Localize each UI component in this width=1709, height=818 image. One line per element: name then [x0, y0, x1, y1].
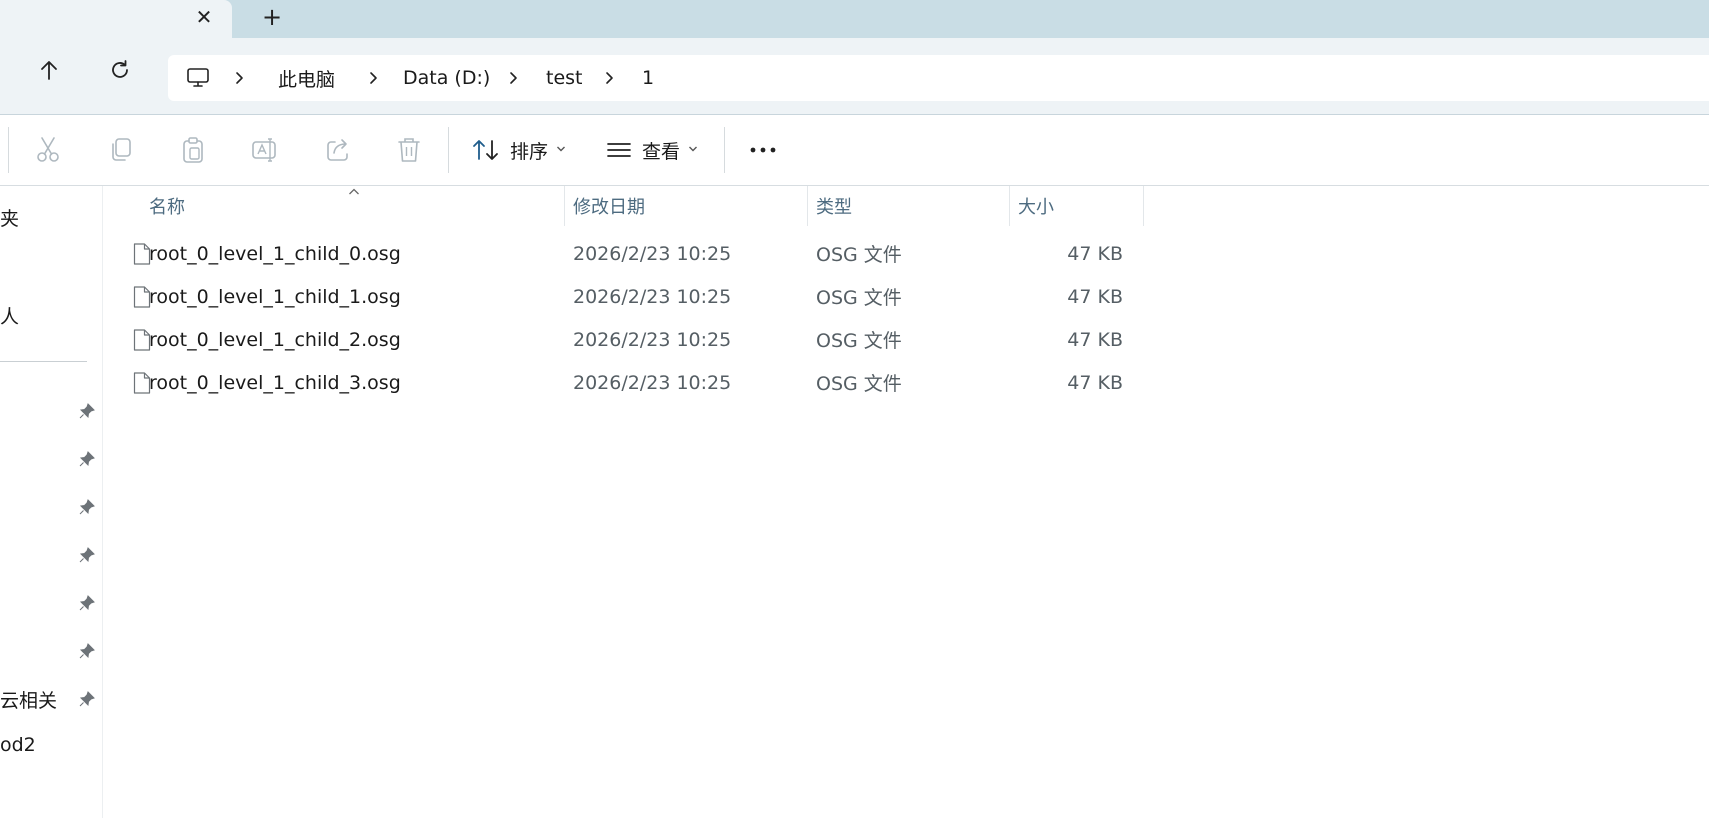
close-tab-icon[interactable]: ✕ [193, 3, 215, 31]
pin-icon[interactable] [78, 642, 96, 660]
file-size: 47 KB [1067, 328, 1123, 351]
tab-bar: ✕ + [0, 0, 1709, 38]
pin-icon[interactable] [78, 690, 96, 708]
share-icon[interactable] [323, 135, 353, 165]
column-divider[interactable] [1143, 186, 1144, 226]
chevron-down-icon [688, 145, 698, 156]
navigation-pane: 夹 人 云相关 od2 [0, 186, 103, 818]
column-divider[interactable] [807, 186, 808, 226]
column-divider[interactable] [564, 186, 565, 226]
file-name: root_0_level_1_child_1.osg [149, 285, 401, 308]
new-tab-button[interactable]: + [260, 3, 284, 31]
command-toolbar: 排序 查看 [0, 115, 1709, 186]
paste-icon[interactable] [178, 135, 208, 165]
file-date: 2026/2/23 10:25 [573, 285, 732, 308]
chevron-right-icon[interactable] [366, 55, 380, 101]
file-type: OSG 文件 [816, 287, 902, 309]
column-header-date[interactable]: 修改日期 [573, 186, 645, 226]
file-list: 名称 修改日期 类型 大小 root_0_level_1_child_0.osg… [103, 186, 1709, 818]
sidebar-item-onedrive[interactable]: od2 [0, 734, 36, 756]
chevron-right-icon[interactable] [232, 55, 246, 101]
cut-icon[interactable] [33, 135, 63, 165]
pin-icon[interactable] [78, 450, 96, 468]
toolbar-divider [448, 127, 449, 173]
file-name: root_0_level_1_child_3.osg [149, 371, 401, 394]
file-row[interactable]: root_0_level_1_child_0.osg 2026/2/23 10:… [103, 232, 1143, 275]
file-type: OSG 文件 [816, 330, 902, 352]
file-explorer-window: ✕ + 此电脑 Data (D:) test 1 排序 查看 夹 人 云相关 o… [0, 0, 1709, 818]
breadcrumb-pc[interactable] [186, 55, 210, 101]
address-bar[interactable]: 此电脑 Data (D:) test 1 [168, 55, 1709, 101]
column-header-name[interactable]: 名称 [149, 186, 185, 226]
file-date: 2026/2/23 10:25 [573, 371, 732, 394]
refresh-button[interactable] [106, 56, 134, 84]
breadcrumb-test[interactable]: test [546, 55, 583, 101]
copy-icon[interactable] [106, 135, 136, 165]
pin-icon[interactable] [78, 402, 96, 420]
file-size: 47 KB [1067, 242, 1123, 265]
file-name: root_0_level_1_child_2.osg [149, 328, 401, 351]
toolbar-divider [8, 127, 9, 173]
monitor-icon [187, 68, 209, 87]
up-button[interactable] [35, 56, 63, 84]
file-row[interactable]: root_0_level_1_child_2.osg 2026/2/23 10:… [103, 318, 1143, 361]
sort-icon [473, 140, 498, 160]
sort-button[interactable]: 排序 [472, 132, 566, 168]
view-button[interactable]: 查看 [606, 132, 698, 168]
column-header-size[interactable]: 大小 [1018, 186, 1054, 226]
rename-icon[interactable] [250, 135, 280, 165]
sort-label: 排序 [510, 140, 549, 163]
view-list-icon [607, 143, 631, 157]
view-label: 查看 [642, 140, 681, 163]
sidebar-item-folder[interactable]: 夹 [0, 204, 19, 231]
file-date: 2026/2/23 10:25 [573, 242, 732, 265]
sort-ascending-icon [346, 186, 362, 198]
column-divider[interactable] [1009, 186, 1010, 226]
file-size: 47 KB [1067, 285, 1123, 308]
file-name: root_0_level_1_child_0.osg [149, 242, 401, 265]
file-date: 2026/2/23 10:25 [573, 328, 732, 351]
pin-icon[interactable] [78, 594, 96, 612]
file-row[interactable]: root_0_level_1_child_1.osg 2026/2/23 10:… [103, 275, 1143, 318]
file-row[interactable]: root_0_level_1_child_3.osg 2026/2/23 10:… [103, 361, 1143, 404]
toolbar-divider [724, 127, 725, 173]
chevron-right-icon[interactable] [602, 55, 616, 101]
arrow-up-icon [41, 61, 57, 80]
breadcrumb-current-folder[interactable]: 1 [642, 55, 654, 101]
file-type: OSG 文件 [816, 244, 902, 266]
chevron-right-icon[interactable] [506, 55, 520, 101]
pin-icon[interactable] [78, 498, 96, 516]
navigation-bar: 此电脑 Data (D:) test 1 [0, 38, 1709, 115]
active-tab[interactable]: ✕ [0, 0, 232, 38]
file-size: 47 KB [1067, 371, 1123, 394]
breadcrumb-this-pc[interactable]: 此电脑 [278, 55, 335, 101]
pin-icon[interactable] [78, 546, 96, 564]
sidebar-divider [0, 361, 87, 362]
breadcrumb-data-drive[interactable]: Data (D:) [403, 55, 490, 101]
sidebar-item-personal[interactable]: 人 [0, 302, 19, 329]
file-type: OSG 文件 [816, 373, 902, 395]
refresh-icon [112, 60, 128, 78]
chevron-down-icon [556, 145, 566, 156]
sidebar-item-cloud[interactable]: 云相关 [0, 686, 57, 713]
column-header-type[interactable]: 类型 [816, 186, 852, 226]
more-options-icon[interactable] [748, 135, 778, 165]
delete-icon[interactable] [394, 135, 424, 165]
